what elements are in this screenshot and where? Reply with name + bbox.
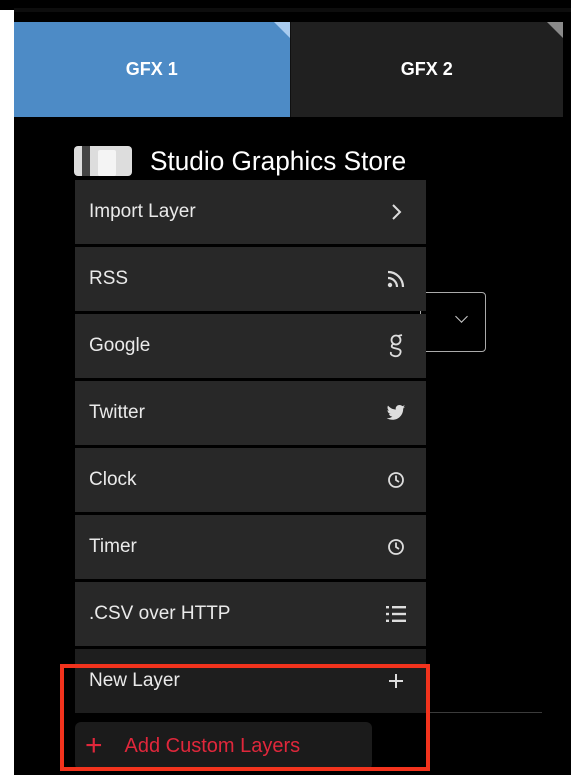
menu-item-google[interactable]: Google: [75, 314, 426, 378]
google-g-icon: [384, 334, 408, 358]
store-logo-icon[interactable]: [74, 146, 132, 176]
gfx-tabs: GFX 1 GFX 2: [14, 22, 563, 117]
menu-item-label: New Layer: [89, 670, 180, 691]
menu-item-label: Clock: [89, 469, 137, 490]
plus-icon: +: [85, 729, 103, 762]
menu-item-csv-over-http[interactable]: .CSV over HTTP: [75, 582, 426, 646]
tab-gfx-2[interactable]: GFX 2: [289, 22, 563, 117]
store-title[interactable]: Studio Graphics Store: [150, 148, 406, 175]
tab-gfx-1-label: GFX 1: [125, 59, 178, 79]
menu-item-twitter[interactable]: Twitter: [75, 381, 426, 445]
graphics-panel: GFX 1 GFX 2 Studio Graphics Store Import…: [0, 0, 571, 775]
rss-icon: [384, 267, 408, 291]
menu-item-rss[interactable]: RSS: [75, 247, 426, 311]
store-logo-bar: [82, 146, 90, 176]
menu-item-import-layer[interactable]: Import Layer: [75, 180, 426, 244]
twitter-bird-icon: [384, 401, 408, 425]
tab-corner-icon: [547, 22, 563, 38]
top-divider: [14, 8, 571, 12]
chevron-right-icon: [384, 200, 408, 224]
clock-icon: [384, 535, 408, 559]
add-layer-menu: Import Layer RSS Google Twitter Clock Ti…: [75, 180, 426, 716]
tab-gfx-2-label: GFX 2: [400, 59, 453, 79]
list-icon: [384, 602, 408, 626]
clock-icon: [384, 468, 408, 492]
background-dropdown[interactable]: [420, 292, 486, 352]
chevron-down-icon: [455, 310, 468, 323]
add-custom-layers-button[interactable]: + Add Custom Layers: [75, 722, 372, 770]
menu-item-label: Twitter: [89, 402, 145, 423]
add-custom-layers-label: Add Custom Layers: [124, 734, 301, 757]
menu-item-label: RSS: [89, 268, 129, 289]
plus-icon: [384, 669, 408, 693]
menu-item-timer[interactable]: Timer: [75, 515, 426, 579]
left-border: [0, 0, 14, 775]
menu-item-label: Timer: [89, 536, 137, 557]
right-border: [563, 12, 571, 775]
menu-item-label: Google: [89, 335, 151, 356]
menu-item-label: .CSV over HTTP: [89, 603, 231, 624]
tab-gfx-1[interactable]: GFX 1: [14, 22, 290, 117]
menu-item-label: Import Layer: [89, 201, 196, 222]
menu-item-new-layer[interactable]: New Layer: [75, 649, 426, 713]
tab-corner-icon: [273, 22, 290, 38]
background-divider: [420, 712, 542, 713]
menu-item-clock[interactable]: Clock: [75, 448, 426, 512]
store-logo-can: [98, 150, 116, 176]
